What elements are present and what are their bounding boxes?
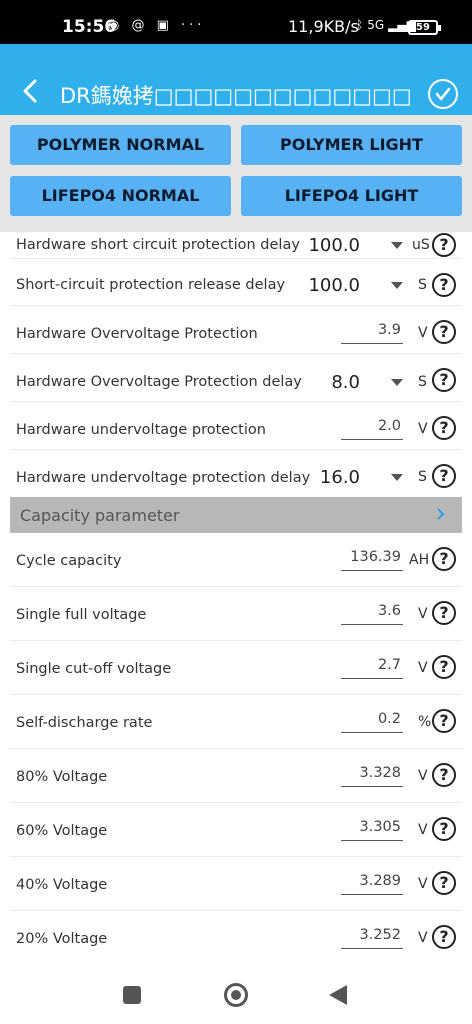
setting-row-40-voltage: 40% Voltage 3.289 V ?: [10, 857, 462, 911]
chevron-left-icon: [23, 79, 37, 103]
setting-label: Cycle capacity: [16, 553, 122, 569]
bluetooth-icon: ᛒ: [356, 18, 364, 32]
setting-row-cycle-capacity: Cycle capacity 136.39 AH ?: [10, 533, 462, 587]
setting-row-20-voltage: 20% Voltage 3.252 V ?: [10, 911, 462, 964]
unit-label: S: [418, 374, 427, 390]
setting-label: 80% Voltage: [16, 769, 108, 785]
help-icon[interactable]: ?: [432, 368, 456, 392]
help-icon[interactable]: ?: [432, 871, 456, 895]
help-icon[interactable]: ?: [432, 655, 456, 679]
voltage-20-input[interactable]: 3.252: [341, 927, 403, 949]
setting-row-undervoltage-delay: Hardware undervoltage protection delay 1…: [10, 450, 462, 497]
help-icon[interactable]: ?: [432, 817, 456, 841]
back-button[interactable]: [18, 78, 44, 104]
unit-label: V: [418, 325, 428, 341]
setting-label: Hardware short circuit protection delay: [16, 237, 300, 253]
setting-row-short-circuit-delay: Hardware short circuit protection delay …: [10, 232, 462, 259]
setting-label: 20% Voltage: [16, 931, 108, 947]
unit-label: AH: [409, 552, 430, 568]
system-icons: ᛒ 5G ▂▄▆: [356, 18, 416, 32]
polymer-light-button[interactable]: POLYMER LIGHT: [241, 125, 462, 165]
setting-row-60-voltage: 60% Voltage 3.305 V ?: [10, 803, 462, 857]
voltage-80-input[interactable]: 3.328: [341, 765, 403, 787]
dropdown-arrow-icon[interactable]: [391, 242, 403, 249]
setting-row-undervoltage: Hardware undervoltage protection 2.0 V ?: [10, 402, 462, 450]
unit-label: V: [418, 768, 428, 784]
single-cutoff-voltage-input[interactable]: 2.7: [341, 657, 403, 679]
network-type: 5G: [367, 18, 385, 32]
setting-row-single-cutoff-voltage: Single cut-off voltage 2.7 V ?: [10, 641, 462, 695]
help-icon[interactable]: ?: [432, 925, 456, 949]
setting-row-80-voltage: 80% Voltage 3.328 V ?: [10, 749, 462, 803]
help-icon[interactable]: ?: [432, 416, 456, 440]
short-circuit-delay-select[interactable]: 100.0: [300, 235, 360, 256]
unit-label: V: [418, 822, 428, 838]
chevron-right-icon: [437, 508, 445, 520]
setting-row-self-discharge-rate: Self-discharge rate 0.2 % ?: [10, 695, 462, 749]
help-icon[interactable]: ?: [432, 763, 456, 787]
self-discharge-rate-input[interactable]: 0.2: [341, 711, 403, 733]
setting-label: Single full voltage: [16, 607, 147, 623]
setting-label: Short-circuit protection release delay: [16, 277, 286, 293]
setting-row-short-circuit-release: Short-circuit protection release delay 1…: [10, 262, 462, 306]
help-icon[interactable]: ?: [432, 547, 456, 571]
home-icon[interactable]: [224, 983, 248, 1007]
setting-label: Single cut-off voltage: [16, 661, 172, 677]
confirm-button[interactable]: [428, 79, 458, 109]
preset-panel: POLYMER NORMAL POLYMER LIGHT LIFEPO4 NOR…: [0, 115, 472, 232]
unit-label: V: [418, 606, 428, 622]
capacity-section-header[interactable]: Capacity parameter: [10, 497, 462, 533]
overvoltage-input[interactable]: 3.9: [341, 322, 403, 344]
recent-apps-icon[interactable]: [123, 986, 141, 1004]
page-title: DR鎷婏拷□□□□□□□□□□□□□□□□□□搵!C婁: [60, 84, 412, 108]
status-bar: 15:56 ◉ @ ▣ ··· 11,9KB/s ᛒ 5G ▂▄▆ 59: [0, 0, 472, 44]
help-icon[interactable]: ?: [432, 320, 456, 344]
dropdown-arrow-icon[interactable]: [391, 282, 403, 289]
app-header: DR鎷婏拷□□□□□□□□□□□□□□□□□□搵!C婁: [0, 44, 472, 115]
notification-icons: ◉ @ ▣ ···: [108, 18, 206, 33]
unit-label: %: [418, 714, 432, 730]
short-circuit-release-select[interactable]: 100.0: [300, 275, 360, 296]
unit-label: uS: [412, 237, 430, 253]
nav-back-icon[interactable]: [329, 985, 347, 1005]
unit-label: S: [418, 277, 427, 293]
setting-label: Hardware Overvoltage Protection delay: [16, 374, 302, 390]
dropdown-arrow-icon[interactable]: [391, 474, 403, 481]
help-icon[interactable]: ?: [432, 273, 456, 297]
network-speed: 11,9KB/s: [288, 17, 359, 36]
overvoltage-delay-select[interactable]: 8.0: [310, 372, 360, 393]
help-icon[interactable]: ?: [432, 709, 456, 733]
battery-icon: 59: [408, 20, 441, 35]
setting-row-overvoltage-delay: Hardware Overvoltage Protection delay 8.…: [10, 354, 462, 402]
cycle-capacity-input[interactable]: 136.39: [341, 549, 403, 571]
check-icon: [435, 87, 451, 101]
help-icon[interactable]: ?: [432, 233, 456, 257]
unit-label: V: [418, 660, 428, 676]
unit-label: S: [418, 469, 427, 485]
polymer-normal-button[interactable]: POLYMER NORMAL: [10, 125, 231, 165]
setting-label: 60% Voltage: [16, 823, 108, 839]
setting-row-overvoltage: Hardware Overvoltage Protection 3.9 V ?: [10, 306, 462, 354]
setting-label: 40% Voltage: [16, 877, 108, 893]
setting-label: Hardware undervoltage protection delay: [16, 470, 311, 486]
unit-label: V: [418, 930, 428, 946]
voltage-40-input[interactable]: 3.289: [341, 873, 403, 895]
help-icon[interactable]: ?: [432, 601, 456, 625]
system-nav-bar: [0, 964, 472, 1024]
undervoltage-input[interactable]: 2.0: [341, 418, 403, 440]
setting-label: Hardware Overvoltage Protection: [16, 326, 258, 342]
setting-row-single-full-voltage: Single full voltage 3.6 V ?: [10, 587, 462, 641]
lifepo4-normal-button[interactable]: LIFEPO4 NORMAL: [10, 176, 231, 216]
single-full-voltage-input[interactable]: 3.6: [341, 603, 403, 625]
unit-label: V: [418, 876, 428, 892]
undervoltage-delay-select[interactable]: 16.0: [300, 467, 360, 488]
help-icon[interactable]: ?: [432, 464, 456, 488]
setting-label: Hardware undervoltage protection: [16, 422, 266, 438]
setting-label: Self-discharge rate: [16, 715, 153, 731]
section-title: Capacity parameter: [20, 506, 180, 525]
voltage-60-input[interactable]: 3.305: [341, 819, 403, 841]
dropdown-arrow-icon[interactable]: [391, 379, 403, 386]
unit-label: V: [418, 421, 428, 437]
lifepo4-light-button[interactable]: LIFEPO4 LIGHT: [241, 176, 462, 216]
